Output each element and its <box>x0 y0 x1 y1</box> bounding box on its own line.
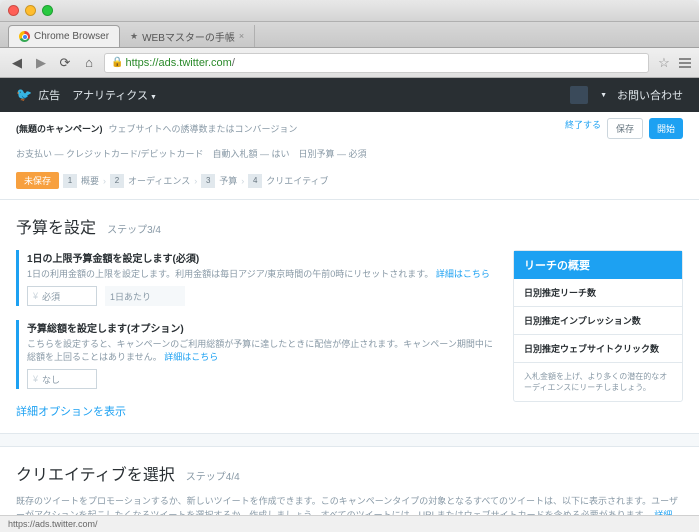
reach-metric: 日別推定リーチ数 <box>514 279 682 307</box>
back-button[interactable]: ◀ <box>8 54 26 72</box>
step-overview[interactable]: 1概要› <box>63 172 106 189</box>
advanced-options-link[interactable]: 詳細オプションを表示 <box>16 403 497 419</box>
zoom-window-button[interactable] <box>42 5 53 16</box>
campaign-settings-line: お支払い ― クレジットカード/デビットカード 自動入札額 ― はい 日別予算 … <box>0 145 699 166</box>
learn-more-link[interactable]: 詳細はこちら <box>164 352 218 362</box>
lock-icon: 🔒 <box>111 57 123 68</box>
reach-footer: 入札金額を上げ、より多くの潜在的なオーディエンスにリーチしましょう。 <box>514 363 682 401</box>
twitter-ads-topnav: 🐦 広告 アナリティクス▼ ▼ お問い合わせ <box>0 78 699 112</box>
window-titlebar <box>0 0 699 22</box>
address-bar: ◀ ▶ ⟳ ⌂ 🔒 https://ads.twitter.com/ ☆ <box>0 48 699 78</box>
field-title: 1日の上限予算金額を設定します(必須) <box>27 250 497 265</box>
browser-statusbar: https://ads.twitter.com/ <box>0 515 699 532</box>
chevron-down-icon: ▼ <box>150 94 157 101</box>
reach-metric: 日別推定インプレッション数 <box>514 307 682 335</box>
campaign-name: (無題のキャンペーン) <box>16 122 103 135</box>
chrome-icon <box>19 31 30 42</box>
wizard-stepper: 未保存 1概要› 2オーディエンス› 3予算› 4クリエイティブ <box>0 166 699 200</box>
reload-button[interactable]: ⟳ <box>56 54 74 72</box>
total-budget-field: 予算総額を設定します(オプション) こちらを設定すると、キャンペーンのご利用総額… <box>16 320 497 389</box>
save-button[interactable]: 保存 <box>607 118 643 139</box>
close-window-button[interactable] <box>8 5 19 16</box>
chevron-down-icon[interactable]: ▼ <box>600 92 607 99</box>
home-button[interactable]: ⌂ <box>80 54 98 72</box>
campaign-header: (無題のキャンペーン) ウェブサイトへの誘導数またはコンバージョン 終了する 保… <box>0 112 699 145</box>
twitter-bird-icon: 🐦 <box>16 87 32 103</box>
field-desc: 1日の利用金額の上限を設定します。利用金額は毎日アジア/東京時間の午前0時にリセ… <box>27 269 433 279</box>
menu-icon[interactable] <box>679 58 691 68</box>
nav-brand[interactable]: 広告 <box>38 87 60 103</box>
finish-link[interactable]: 終了する <box>565 118 601 139</box>
tab-label: Chrome Browser <box>34 31 109 42</box>
nav-analytics[interactable]: アナリティクス▼ <box>72 87 157 103</box>
tab-webmaster[interactable]: ★ WEBマスターの手帳 × <box>120 25 255 47</box>
status-url: https://ads.twitter.com/ <box>8 519 98 529</box>
page-content: (無題のキャンペーン) ウェブサイトへの誘導数またはコンバージョン 終了する 保… <box>0 112 699 515</box>
account-avatar[interactable] <box>570 86 588 104</box>
tab-label: WEBマスターの手帳 <box>142 29 235 44</box>
forward-button: ▶ <box>32 54 50 72</box>
star-icon: ★ <box>130 31 138 42</box>
creative-description: 既存のツイートをプロモーションするか、新しいツイートを作成できます。このキャンペ… <box>16 496 678 515</box>
learn-more-link[interactable]: 詳細はこちら <box>436 269 490 279</box>
minimize-window-button[interactable] <box>25 5 36 16</box>
daily-budget-field: 1日の上限予算金額を設定します(必須) 1日の利用金額の上限を設定します。利用金… <box>16 250 497 306</box>
step-budget[interactable]: 3予算› <box>201 172 244 189</box>
close-tab-icon[interactable]: × <box>239 31 244 41</box>
step-audience[interactable]: 2オーディエンス› <box>110 172 197 189</box>
nav-contact[interactable]: お問い合わせ <box>617 87 683 103</box>
section-divider <box>0 433 699 447</box>
field-desc: こちらを設定すると、キャンペーンのご利用総額が予算に達したときに配信が停止されま… <box>27 339 493 362</box>
url-host: https://ads.twitter.com <box>125 57 231 69</box>
per-day-label: 1日あたり <box>105 286 185 306</box>
step-indicator: ステップ4/4 <box>186 472 240 483</box>
url-path: / <box>232 57 235 69</box>
creative-section: クリエイティブを選択 ステップ4/4 既存のツイートをプロモーションするか、新し… <box>0 447 699 515</box>
bookmark-star-icon[interactable]: ☆ <box>655 54 673 72</box>
reach-metric: 日別推定ウェブサイトクリック数 <box>514 335 682 363</box>
total-budget-input[interactable]: ¥なし <box>27 369 97 389</box>
creative-title: クリエイティブを選択 <box>16 467 175 484</box>
daily-budget-input[interactable]: ¥必須 <box>27 286 97 306</box>
tab-chrome-browser[interactable]: Chrome Browser <box>8 25 120 47</box>
unsaved-badge: 未保存 <box>16 172 59 189</box>
budget-section: 予算を設定 ステップ3/4 1日の上限予算金額を設定します(必須) 1日の利用金… <box>0 200 699 433</box>
budget-title: 予算を設定 <box>16 220 96 237</box>
campaign-subtitle: ウェブサイトへの誘導数またはコンバージョン <box>109 122 298 135</box>
reach-header: リーチの概要 <box>514 251 682 279</box>
reach-summary-box: リーチの概要 日別推定リーチ数 日別推定インプレッション数 日別推定ウェブサイト… <box>513 250 683 402</box>
browser-tabbar: Chrome Browser ★ WEBマスターの手帳 × <box>0 22 699 48</box>
url-field[interactable]: 🔒 https://ads.twitter.com/ <box>104 53 649 73</box>
step-indicator: ステップ3/4 <box>107 225 161 236</box>
field-title: 予算総額を設定します(オプション) <box>27 320 497 335</box>
start-button[interactable]: 開始 <box>649 118 683 139</box>
step-creative[interactable]: 4クリエイティブ <box>248 172 328 189</box>
